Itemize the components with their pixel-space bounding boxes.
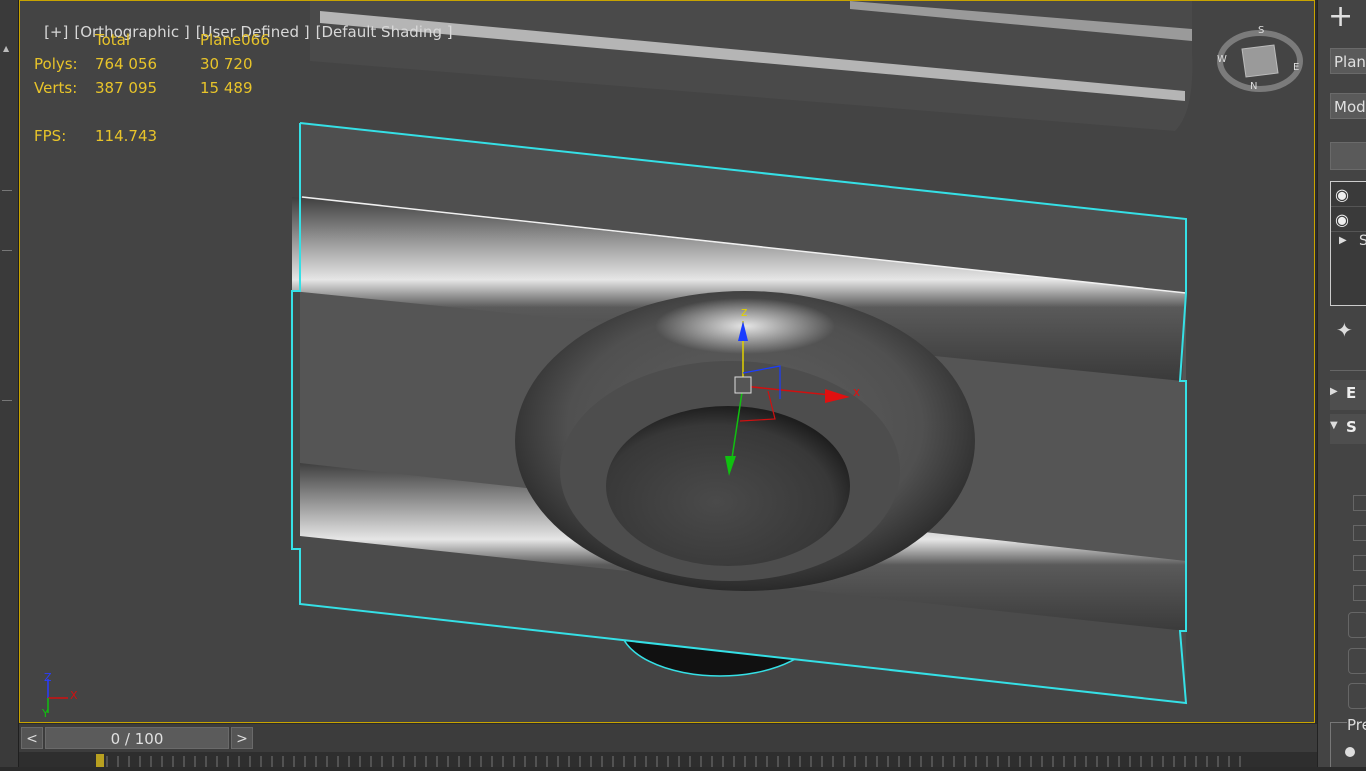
stats-verts-label: Verts: — [34, 79, 78, 97]
viewport-scene — [47, 1, 1303, 713]
stats-header-total: Total — [95, 31, 131, 49]
checkbox[interactable] — [1353, 525, 1366, 541]
track-bar[interactable] — [19, 752, 1317, 767]
stats-polys-label: Polys: — [34, 55, 78, 73]
checkbox[interactable] — [1353, 585, 1366, 601]
track-ticks — [96, 754, 1241, 767]
rollout-header-1[interactable]: ▶ E — [1330, 380, 1366, 410]
stats-polys-object: 30 720 — [200, 55, 253, 73]
stats-verts-total: 387 095 — [95, 79, 158, 97]
spinner-button[interactable] — [1348, 683, 1366, 709]
modifier-list-dropdown[interactable]: Modi — [1330, 93, 1366, 119]
tripod-z-label: Z — [44, 671, 52, 684]
rollout-header-2[interactable]: ▼ S — [1330, 414, 1366, 444]
axis-tripod — [47, 679, 68, 713]
preview-group: Pre — [1330, 716, 1366, 767]
counterbore-hole — [606, 406, 850, 566]
gizmo-z-label: z — [741, 305, 748, 319]
time-slider[interactable]: 0 / 100 — [45, 727, 229, 749]
stats-fps-label: FPS: — [34, 127, 67, 145]
plus-icon[interactable]: + — [1328, 2, 1358, 32]
radio-button[interactable] — [1345, 747, 1355, 757]
stats-fps-value: 114.743 — [95, 127, 158, 145]
timeline: < 0 / 100 > — [19, 724, 1317, 767]
strip-divider — [2, 190, 12, 191]
next-frame-button[interactable]: > — [231, 727, 253, 749]
viewcube[interactable] — [1217, 30, 1303, 92]
checkbox[interactable] — [1353, 495, 1366, 511]
viewcube-label-right[interactable]: E — [1293, 62, 1299, 73]
stack-item-label[interactable]: S — [1359, 233, 1366, 249]
collapse-triangle-icon: ▼ — [1330, 420, 1338, 431]
viewcube-label-left[interactable]: W — [1217, 54, 1227, 65]
stats-polys-total: 764 056 — [95, 55, 158, 73]
panel-button[interactable] — [1330, 142, 1366, 170]
viewcube-label-top[interactable]: S — [1258, 25, 1264, 36]
command-panel: + Plane Modi ◉ ◉ ▶ S ✦ ▶ E ▼ S Pre — [1317, 0, 1366, 767]
gizmo-x-label: x — [853, 385, 861, 399]
pin-stack-icon[interactable]: ✦ — [1336, 318, 1353, 342]
checkbox[interactable] — [1353, 555, 1366, 571]
viewport-shading-label[interactable]: [Default Shading ] — [316, 23, 453, 41]
stats-header-object: Plane066 — [200, 31, 270, 49]
strip-divider — [2, 400, 12, 401]
viewport-view-label[interactable]: [Orthographic ] — [74, 23, 189, 41]
stats-verts-object: 15 489 — [200, 79, 253, 97]
tripod-y-label: Y — [42, 707, 49, 720]
spinner-button[interactable] — [1348, 648, 1366, 674]
spinner-button[interactable] — [1348, 612, 1366, 638]
expand-triangle-icon[interactable]: ▶ — [1339, 235, 1347, 246]
modifier-stack[interactable]: ◉ ◉ ▶ S — [1330, 181, 1366, 306]
eye-icon[interactable]: ◉ — [1335, 210, 1349, 229]
time-marker[interactable] — [96, 754, 104, 767]
viewcube-label-bottom[interactable]: N — [1250, 81, 1257, 92]
expand-triangle-icon: ▶ — [1330, 386, 1338, 397]
viewport-menu-plus[interactable]: [+] — [44, 23, 68, 41]
prev-frame-button[interactable]: < — [21, 727, 43, 749]
strip-divider — [2, 250, 12, 251]
expand-arrow-icon[interactable]: ▲ — [3, 44, 9, 53]
tripod-x-label: X — [70, 689, 78, 702]
eye-icon[interactable]: ◉ — [1335, 185, 1349, 204]
viewport-orthographic[interactable]: [+] [Orthographic ] [User Defined ] [Defaul… — [19, 0, 1315, 723]
left-tool-strip: ▲ — [0, 0, 19, 767]
object-name-field[interactable]: Plane — [1330, 48, 1366, 74]
